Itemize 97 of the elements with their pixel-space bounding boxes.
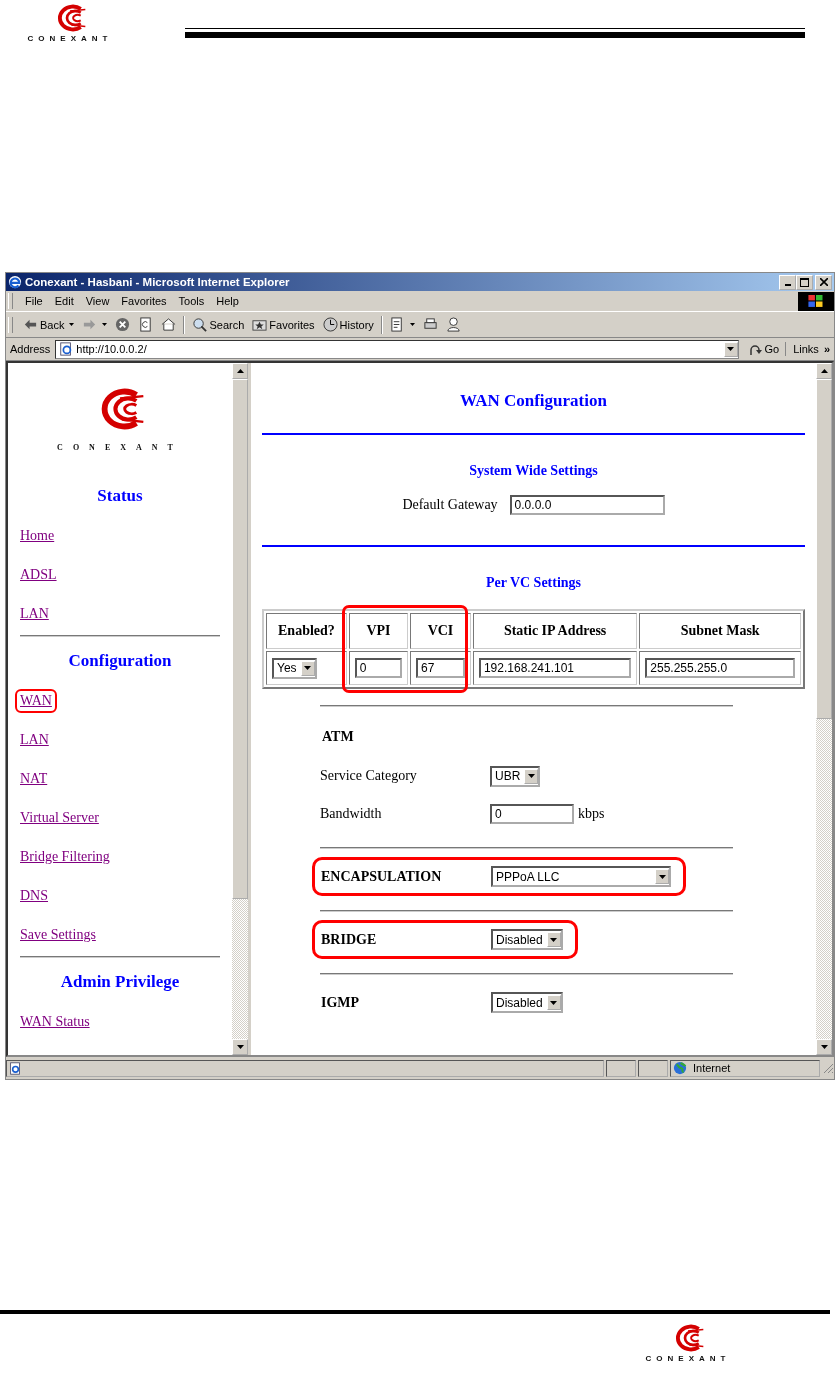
toolbar-button[interactable]: Favorites [248,317,319,332]
nav-link[interactable]: Home [15,523,60,548]
person-icon [445,317,461,332]
links-button[interactable]: Links [789,343,821,355]
caret-icon [524,768,539,784]
home-icon [161,317,177,332]
caret-icon [300,660,315,676]
down-arrow-icon [236,1045,244,1049]
column-header: Subnet Mask [639,613,801,649]
browser-logo-icon [8,275,22,289]
logo-wordmark: CONEXANT [27,34,113,43]
nav-link[interactable]: LAN [15,727,54,752]
up-arrow-icon [820,369,828,373]
gateway-field[interactable]: 0.0.0.0 [509,495,665,515]
menu-item[interactable]: Favorites [115,295,173,307]
chevron-button[interactable]: » [823,343,834,355]
back-arrow-icon [23,317,38,332]
logo-wordmark: CONEXANT [57,443,183,452]
select-dropdown[interactable]: PPPoA LLC [491,866,671,887]
column-header: Static IP Address [472,613,638,649]
text-field[interactable]: 67 [416,658,465,678]
group-heading: IGMP [321,994,361,1011]
document-icon [389,317,405,332]
unit-label: kbps [578,806,605,822]
group-heading: BRIDGE [321,931,378,948]
page-icon [59,342,74,356]
section-heading: Configuration [67,651,173,671]
forward-arrow-icon [82,317,98,332]
caret-icon [723,341,738,357]
menu-item[interactable]: File [19,295,49,307]
stop-icon [115,317,131,332]
caret-icon [546,995,561,1010]
nav-link[interactable]: DNS [15,883,53,908]
clock-icon [322,317,338,332]
nav-link[interactable]: WAN [15,688,57,713]
status-pane [606,1059,636,1077]
menu-item[interactable]: Help [210,295,245,307]
select-dropdown[interactable]: Disabled [491,992,563,1013]
menu-item[interactable]: Edit [48,295,80,307]
column-header: VPI [348,613,408,649]
section-heading: System Wide Settings [468,462,599,480]
close-button[interactable] [815,274,832,290]
select-dropdown[interactable]: Disabled [491,929,563,950]
refresh-icon [138,317,154,332]
status-pane [638,1059,668,1077]
printer-icon [422,317,438,332]
column-header: Enabled? [266,613,347,649]
caret-icon [546,932,561,947]
zone-label: Internet [693,1062,731,1074]
menu-item[interactable]: View [79,295,116,307]
text-field[interactable]: 255.255.255.0 [645,658,795,678]
maximize-icon [800,277,809,287]
section-heading: Status [96,486,144,506]
caret-icon [655,869,669,884]
go-button[interactable]: Go [741,342,787,356]
nav-link[interactable]: LAN [15,601,54,626]
text-field[interactable]: 0 [354,658,402,678]
section-heading: Per VC Settings [484,574,583,592]
windows-flag-icon [798,291,834,311]
nav-link[interactable]: WAN Status [15,1009,95,1034]
select-dropdown[interactable]: UBR [490,765,541,787]
up-arrow-icon [236,369,244,373]
page-title: WAN Configuration [459,390,608,412]
logo-wordmark: CONEXANT [645,1354,731,1363]
field-label: Service Category [320,768,418,784]
window-title: Conexant - Hasbani - Microsoft Internet Explorer [25,276,291,288]
column-header: VCI [410,613,471,649]
field-label: Default Gateway [402,497,498,513]
nav-link[interactable]: Save Settings [15,922,101,947]
minimize-button[interactable] [779,274,796,290]
text-field[interactable]: 192.168.241.101 [478,658,632,678]
curved-arrow-icon [747,342,762,356]
toolbar-button[interactable]: History [318,317,378,332]
search-icon [192,317,208,332]
address-label: Address [9,343,52,355]
nav-link[interactable]: Bridge Filtering [15,844,115,869]
star-folder-icon [252,317,268,332]
toolbar-button[interactable]: Search [188,317,249,332]
section-heading: Admin Privilege [59,972,181,992]
nav-link[interactable]: ADSL [15,562,62,587]
down-arrow-icon [820,1045,828,1049]
text-field[interactable]: 0 [490,804,574,824]
field-label: Bandwidth [320,806,383,822]
close-icon [819,278,828,286]
address-field[interactable]: http://10.0.0.2/ [55,339,739,359]
group-heading: ATM [321,728,355,746]
nav-link[interactable]: Virtual Server [15,805,104,830]
globe-icon [673,1061,687,1075]
group-heading: ENCAPSULATION [321,868,443,885]
enabled-dropdown[interactable]: Yes [272,657,317,679]
toolbar-button[interactable]: Back [19,317,79,332]
scrollbar[interactable] [232,363,248,1055]
scrollbar[interactable] [816,363,832,1055]
nav-link[interactable]: NAT [15,766,53,791]
maximize-button[interactable] [796,274,813,290]
page-icon [9,1061,22,1075]
menu-item[interactable]: Tools [172,295,211,307]
